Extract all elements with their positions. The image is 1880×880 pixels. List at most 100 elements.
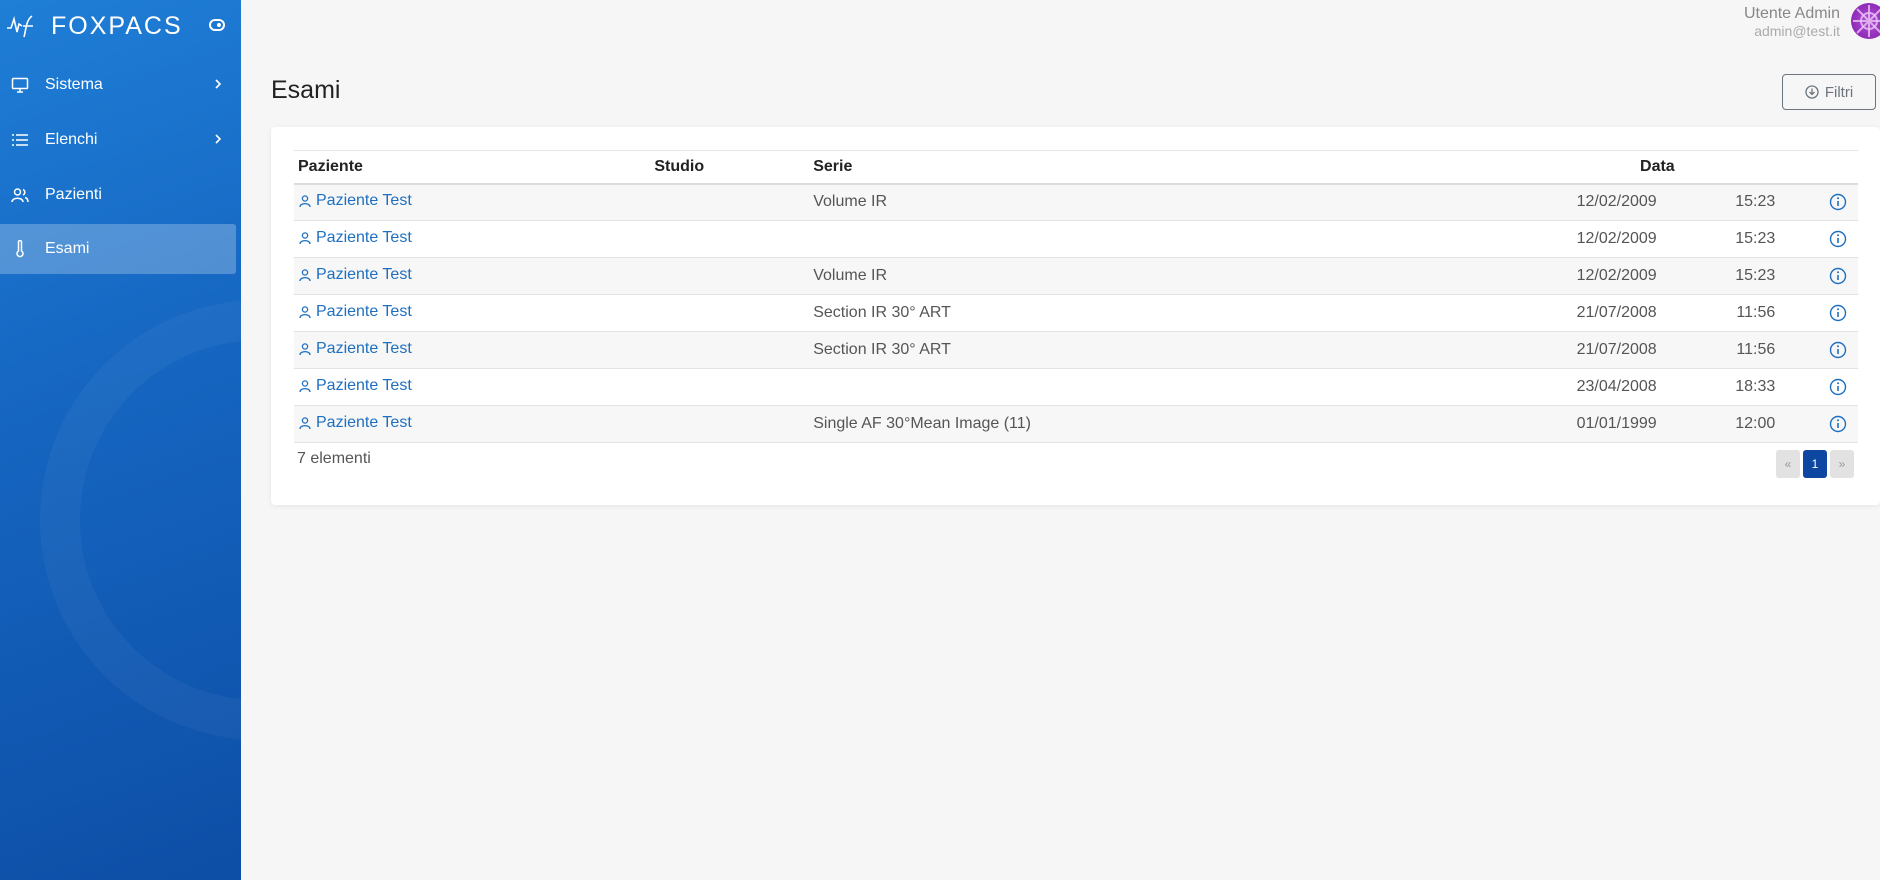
- cell-actions: [1817, 368, 1858, 406]
- user-icon: [299, 416, 311, 429]
- info-icon[interactable]: [1829, 378, 1847, 396]
- cell-study: [650, 183, 810, 221]
- cell-study: [650, 331, 810, 369]
- cell-actions: [1817, 257, 1858, 295]
- monitor-icon: [11, 77, 29, 93]
- exams-table: Paziente Studio Serie Data Paziente Test…: [294, 150, 1858, 443]
- sidebar-item-elenchi[interactable]: Elenchi: [0, 112, 241, 167]
- cell-date: 21/07/2008: [1521, 294, 1675, 332]
- column-header-time: [1674, 150, 1818, 185]
- info-icon[interactable]: [1829, 304, 1847, 322]
- cell-series: Volume IR: [809, 183, 1522, 221]
- cell-time: 18:33: [1674, 368, 1818, 406]
- download-circle-icon: [1805, 85, 1819, 99]
- cell-actions: [1817, 183, 1858, 221]
- column-header-actions: [1817, 150, 1858, 185]
- cell-patient: Paziente Test: [294, 294, 651, 332]
- pagination-next[interactable]: »: [1830, 450, 1854, 478]
- user-icon: [299, 268, 311, 281]
- info-icon[interactable]: [1829, 415, 1847, 433]
- cell-patient: Paziente Test: [294, 368, 651, 406]
- chevron-right-icon: [215, 79, 222, 89]
- cell-study: [650, 220, 810, 258]
- patient-name: Paziente Test: [316, 265, 412, 283]
- table-header-row: Paziente Studio Serie Data: [294, 150, 1858, 185]
- cell-date: 12/02/2009: [1521, 220, 1675, 258]
- cell-patient: Paziente Test: [294, 331, 651, 369]
- cell-time: 11:56: [1674, 331, 1818, 369]
- info-icon[interactable]: [1829, 341, 1847, 359]
- patient-link[interactable]: Paziente Test: [298, 303, 412, 321]
- cell-time: 12:00: [1674, 405, 1818, 443]
- table-row[interactable]: Paziente Test Volume IR 12/02/2009 15:23: [294, 257, 1858, 295]
- cell-study: [650, 257, 810, 295]
- patient-name: Paziente Test: [316, 191, 412, 209]
- patient-name: Paziente Test: [316, 413, 412, 431]
- cell-series: [809, 368, 1522, 406]
- cell-series: Section IR 30° ART: [809, 294, 1522, 332]
- filters-button[interactable]: Filtri: [1782, 74, 1876, 110]
- user-icon: [299, 305, 311, 318]
- info-icon[interactable]: [1829, 193, 1847, 211]
- cell-patient: Paziente Test: [294, 405, 651, 443]
- table-row[interactable]: Paziente Test Single AF 30°Mean Image (1…: [294, 405, 1858, 443]
- patient-link[interactable]: Paziente Test: [298, 229, 412, 247]
- user-icon: [299, 379, 311, 392]
- pagination-page[interactable]: 1: [1803, 450, 1827, 478]
- cell-date: 21/07/2008: [1521, 331, 1675, 369]
- cell-date: 23/04/2008: [1521, 368, 1675, 406]
- table-row[interactable]: Paziente Test Volume IR 12/02/2009 15:23: [294, 183, 1858, 221]
- cell-series: [809, 220, 1522, 258]
- sidebar-item-esami[interactable]: Esami: [0, 224, 236, 274]
- user-icon: [299, 195, 311, 207]
- cell-series: Volume IR: [809, 257, 1522, 295]
- sidebar: FOXPACS Sistema Elenchi Pazienti Esami: [0, 0, 241, 880]
- cell-time: 15:23: [1674, 257, 1818, 295]
- sidebar-item-label: Esami: [45, 240, 90, 257]
- avatar-pattern-icon: [1853, 5, 1880, 37]
- user-icon: [299, 342, 311, 355]
- sidebar-item-pazienti[interactable]: Pazienti: [0, 167, 241, 222]
- column-header-serie[interactable]: Serie: [809, 150, 1522, 185]
- patient-name: Paziente Test: [316, 228, 412, 246]
- patient-link[interactable]: Paziente Test: [298, 266, 412, 284]
- logo-icon: [7, 15, 33, 38]
- table-row[interactable]: Paziente Test 12/02/2009 15:23: [294, 220, 1858, 258]
- patient-link[interactable]: Paziente Test: [298, 192, 412, 210]
- info-icon[interactable]: [1829, 230, 1847, 248]
- column-header-paziente[interactable]: Paziente: [294, 150, 651, 185]
- table-row[interactable]: Paziente Test 23/04/2008 18:33: [294, 368, 1858, 406]
- cell-time: 11:56: [1674, 294, 1818, 332]
- sidebar-item-sistema[interactable]: Sistema: [0, 57, 241, 112]
- patient-link[interactable]: Paziente Test: [298, 414, 412, 432]
- user-icon: [299, 231, 311, 244]
- thermometer-icon: [16, 240, 24, 258]
- sidebar-item-label: Pazienti: [45, 185, 102, 203]
- info-icon[interactable]: [1829, 267, 1847, 285]
- pagination-prev[interactable]: «: [1776, 450, 1800, 478]
- cell-series: Section IR 30° ART: [809, 331, 1522, 369]
- sidebar-item-label: Sistema: [45, 75, 103, 93]
- app-name: FOXPACS: [51, 12, 183, 40]
- patient-link[interactable]: Paziente Test: [298, 377, 412, 395]
- cell-study: [650, 405, 810, 443]
- cell-patient: Paziente Test: [294, 183, 651, 221]
- filters-label: Filtri: [1824, 83, 1854, 101]
- avatar[interactable]: [1851, 3, 1880, 39]
- cell-study: [650, 368, 810, 406]
- patient-link[interactable]: Paziente Test: [298, 340, 412, 358]
- cell-patient: Paziente Test: [294, 220, 651, 258]
- table-row[interactable]: Paziente Test Section IR 30° ART 21/07/2…: [294, 331, 1858, 369]
- pagination: « 1 »: [1776, 450, 1854, 478]
- table-row[interactable]: Paziente Test Section IR 30° ART 21/07/2…: [294, 294, 1858, 332]
- cell-actions: [1817, 405, 1858, 443]
- column-header-data[interactable]: Data: [1521, 150, 1675, 185]
- user-info[interactable]: Utente Admin admin@test.it: [1744, 4, 1840, 40]
- sidebar-toggle-icon[interactable]: [209, 19, 225, 31]
- user-name: Utente Admin: [1743, 5, 1840, 22]
- cell-date: 01/01/1999: [1521, 405, 1675, 443]
- patient-name: Paziente Test: [316, 302, 412, 320]
- column-header-studio[interactable]: Studio: [650, 150, 810, 185]
- cell-time: 15:23: [1674, 183, 1818, 221]
- chevron-right-icon: [215, 134, 222, 144]
